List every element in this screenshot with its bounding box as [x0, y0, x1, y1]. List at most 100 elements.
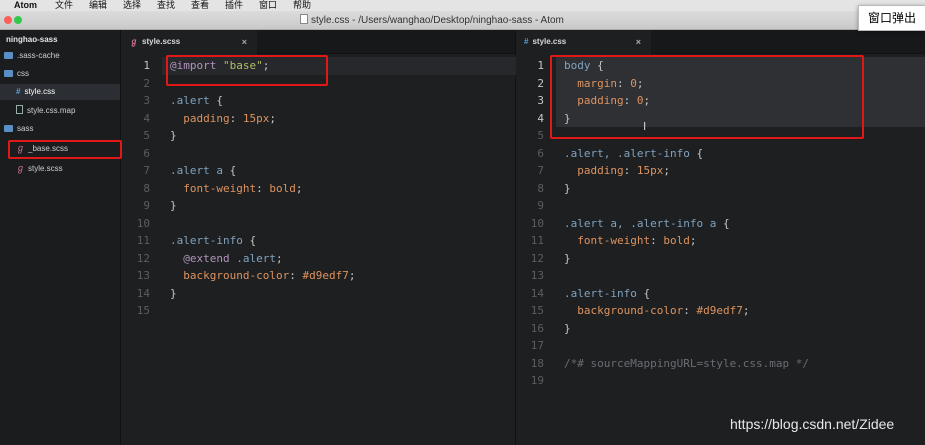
line-number: 1 [537, 59, 544, 72]
annotation-box-import [166, 55, 328, 86]
app-menu-atom[interactable]: Atom [14, 0, 37, 11]
line-number: 12 [136, 251, 150, 265]
code-token: .alert, .alert-info [564, 146, 690, 160]
code-token: ; [348, 269, 356, 282]
tab-style-css[interactable]: # style.css × [516, 30, 651, 54]
menu-window[interactable]: 窗口 [259, 0, 277, 11]
window-title: style.css - /Users/wanghao/Desktop/ningh… [300, 14, 564, 26]
code-token: } [170, 129, 177, 142]
code-line: .alert, .alert-info { [564, 145, 809, 163]
sass-file-icon: ℊ [130, 37, 138, 46]
line-number: 1 [143, 59, 150, 72]
css-file-icon: # [524, 37, 529, 46]
code-line: } [170, 197, 355, 215]
code-editor-scss[interactable]: @import "base"; .alert { padding: 15px;}.… [170, 57, 355, 320]
left-tab-bar: ℊ style.scss × [122, 30, 515, 54]
menu-bar: Atom 文件 编辑 选择 查找 查看 插件 窗口 帮助 [0, 0, 925, 11]
right-tab-bar: # style.css × [516, 30, 925, 54]
folder-icon [4, 52, 13, 59]
menu-edit[interactable]: 编辑 [89, 0, 107, 11]
menu-find[interactable]: 查找 [157, 0, 175, 11]
code-token: padding [577, 164, 624, 177]
close-window-button[interactable] [4, 16, 12, 24]
close-tab-icon[interactable]: × [636, 30, 641, 54]
code-token: background-color [183, 269, 290, 282]
tab-style-scss[interactable]: ℊ style.scss × [122, 30, 257, 54]
window-title-bar: style.css - /Users/wanghao/Desktop/ningh… [0, 11, 925, 30]
tree-item-style-scss[interactable]: ℊ style.scss [16, 160, 63, 176]
menu-selection[interactable]: 选择 [123, 0, 141, 11]
left-editor-pane[interactable]: ℊ style.scss × 1 2 3 4 5 6 7 8 9 10 11 12 13 14 15 @imp… [122, 30, 516, 445]
line-number: 17 [530, 339, 544, 352]
code-line: .alert a { [170, 162, 355, 180]
document-icon [300, 14, 308, 24]
code-token: @extend [183, 251, 230, 265]
line-number: 4 [537, 111, 544, 125]
code-line: padding: 15px; [564, 162, 809, 180]
tree-item-style-css-map[interactable]: style.css.map [16, 103, 75, 119]
code-token: { [209, 94, 223, 107]
menu-file[interactable]: 文件 [55, 0, 73, 11]
tree-item-style-css[interactable]: # style.css [0, 84, 120, 100]
minimize-window-button[interactable] [14, 16, 22, 24]
code-token: : [650, 234, 664, 247]
close-tab-icon[interactable]: × [242, 30, 247, 54]
tree-root[interactable]: ninghao-sass [6, 32, 58, 48]
code-line: font-weight: bold; [170, 180, 355, 198]
code-token: : [623, 164, 637, 177]
code-line: .alert a, .alert-info a { [564, 215, 809, 233]
code-line: background-color: #d9edf7; [564, 302, 809, 320]
menu-packages[interactable]: 插件 [225, 0, 243, 11]
code-token: : [229, 111, 243, 125]
menu-view[interactable]: 查看 [191, 0, 209, 11]
line-number: 16 [530, 321, 544, 335]
file-icon [16, 105, 23, 114]
tree-item-sass-cache[interactable]: .sass-cache [4, 48, 60, 64]
tree-view: ninghao-sass .sass-cache css # style.css … [0, 30, 121, 445]
code-token: bold [269, 181, 296, 195]
code-line: font-weight: bold; [564, 232, 809, 250]
code-token: .alert a, .alert-info a [564, 216, 717, 230]
line-number: 13 [136, 269, 150, 282]
menu-help[interactable]: 帮助 [293, 0, 311, 11]
line-number: 5 [143, 129, 150, 142]
watermark: https://blog.csdn.net/Zidee [730, 416, 895, 432]
text-cursor-icon: Ⅰ [643, 120, 647, 133]
line-number: 10 [530, 216, 544, 230]
code-line: .alert-info { [170, 232, 355, 250]
code-token: .alert-info [170, 234, 243, 247]
tree-item-sass-folder[interactable]: sass [4, 121, 33, 137]
code-line: background-color: #d9edf7; [170, 267, 355, 285]
code-line: @extend .alert; [170, 250, 355, 268]
line-number: 9 [143, 199, 150, 212]
code-token: .alert [236, 251, 276, 265]
code-line: } [564, 320, 809, 338]
code-line: .alert-info { [564, 285, 809, 303]
line-number: 7 [537, 164, 544, 177]
line-number: 18 [530, 356, 544, 370]
line-number: 15 [530, 304, 544, 317]
code-token: ; [663, 164, 670, 177]
code-token: font-weight [577, 234, 651, 247]
line-number: 4 [143, 111, 150, 125]
tree-item-css-folder[interactable]: css [4, 66, 29, 82]
code-token: } [170, 286, 177, 300]
code-token: .alert-info [564, 286, 637, 300]
line-number: 10 [136, 216, 150, 230]
popup-window-button[interactable]: 窗口弹出 [858, 5, 925, 31]
line-number: 8 [537, 181, 544, 195]
line-number: 9 [537, 199, 544, 212]
line-number-gutter: 1 2 3 4 5 6 7 8 9 10 11 12 13 14 15 16 17 18 19 [516, 57, 554, 390]
code-token: /*# sourceMappingURL=style.css.map */ [564, 356, 810, 370]
code-token: { [716, 216, 730, 230]
code-token: } [170, 199, 177, 212]
code-token: background-color [577, 304, 684, 317]
code-line: /*# sourceMappingURL=style.css.map */ [564, 355, 809, 373]
line-number: 8 [143, 181, 150, 195]
